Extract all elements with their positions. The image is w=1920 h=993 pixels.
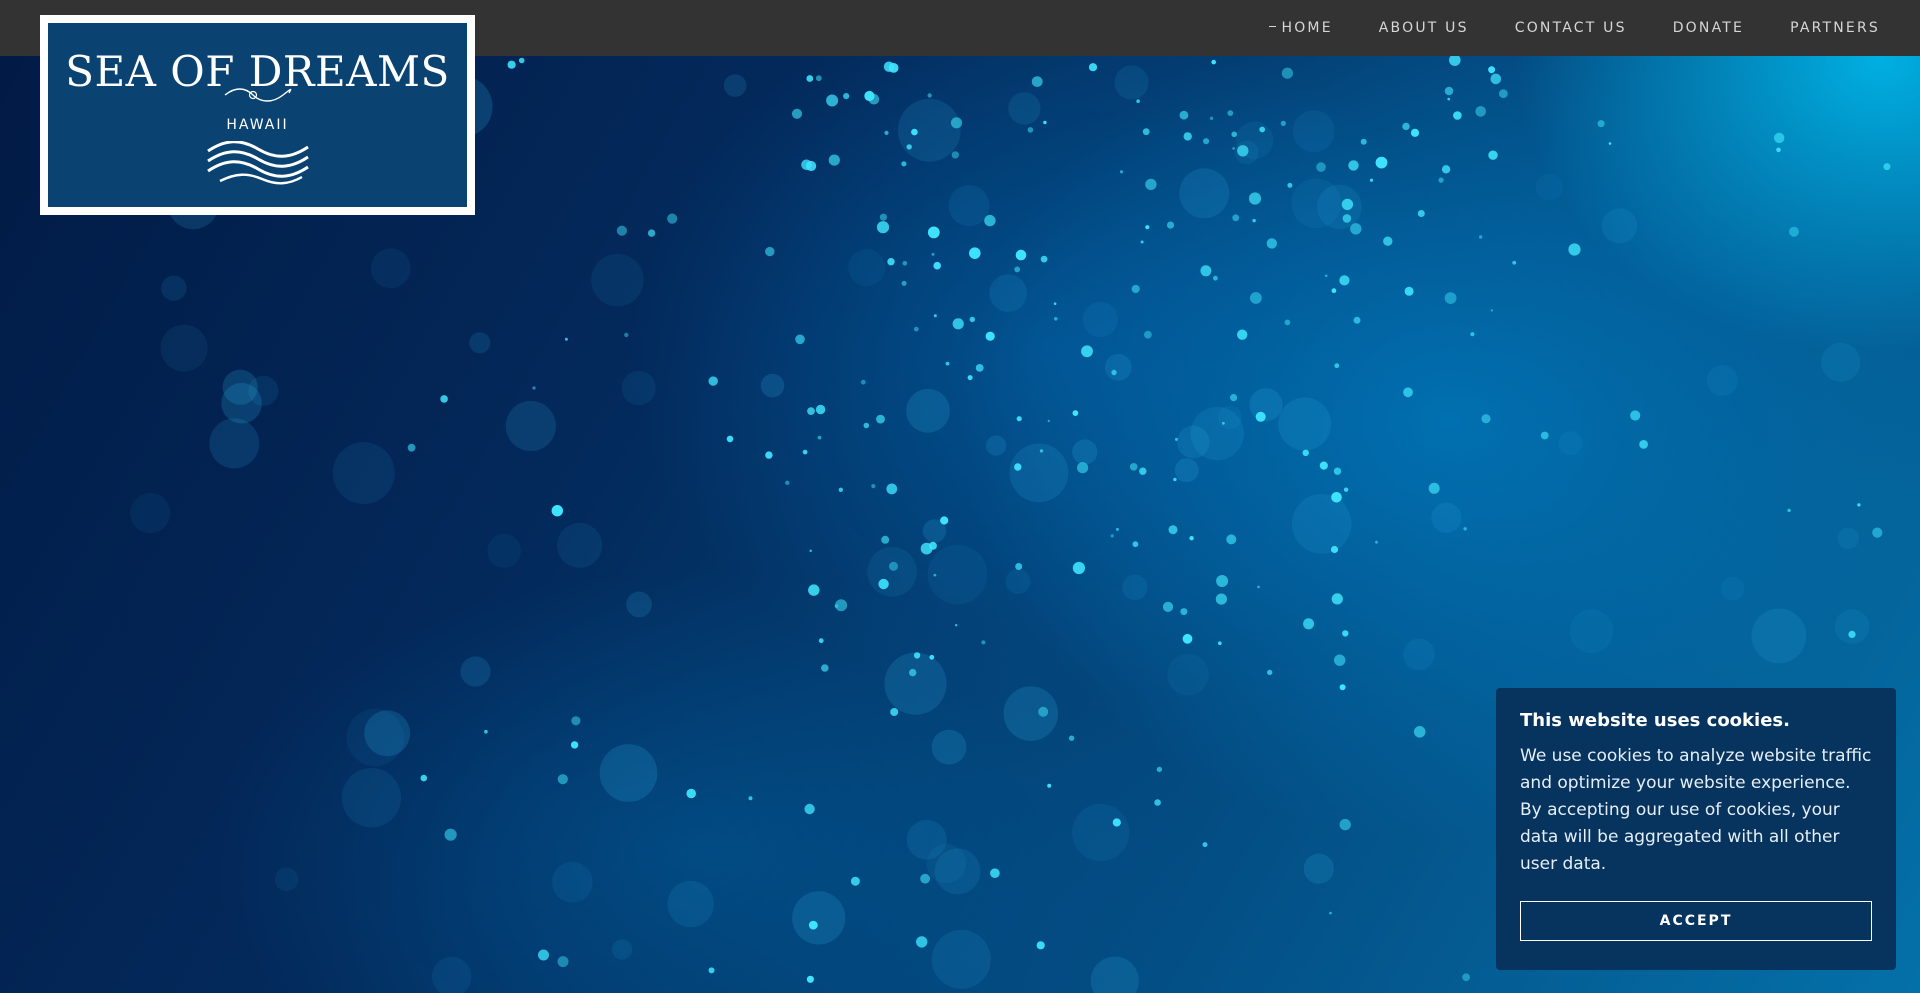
nav-item-label: PARTNERS	[1790, 20, 1880, 36]
logo-subtitle: HAWAII	[226, 117, 289, 133]
nav-item-donate[interactable]: DONATE	[1673, 20, 1744, 36]
main-nav: HOME ABOUT US CONTACT US DONATE PARTNERS	[1269, 0, 1880, 56]
cookie-banner-text: We use cookies to analyze website traffi…	[1520, 746, 1872, 874]
logo-panel: SEA OF DREAMS HAWAII	[48, 23, 467, 207]
nav-item-label: HOME	[1281, 20, 1333, 36]
site-logo[interactable]: SEA OF DREAMS HAWAII	[40, 15, 475, 215]
wave-icon	[207, 141, 309, 185]
nav-item-label: DONATE	[1672, 20, 1745, 36]
nav-item-partners[interactable]: PARTNERS	[1790, 20, 1880, 36]
nav-item-label: ABOUT US	[1378, 20, 1469, 36]
cookie-banner-title: This website uses cookies.	[1520, 710, 1790, 731]
nav-item-contact-us[interactable]: CONTACT US	[1515, 20, 1627, 36]
flourish-icon	[224, 88, 292, 102]
nav-item-label: CONTACT US	[1514, 20, 1627, 36]
nav-item-about-us[interactable]: ABOUT US	[1379, 20, 1469, 36]
nav-item-home[interactable]: HOME	[1269, 20, 1332, 36]
cookie-banner: This website uses cookies. We use cookie…	[1496, 688, 1896, 970]
page: HOME ABOUT US CONTACT US DONATE PARTNERS…	[0, 0, 1920, 993]
active-indicator-icon	[1269, 25, 1277, 27]
accept-cookies-button[interactable]: ACCEPT	[1520, 901, 1872, 941]
